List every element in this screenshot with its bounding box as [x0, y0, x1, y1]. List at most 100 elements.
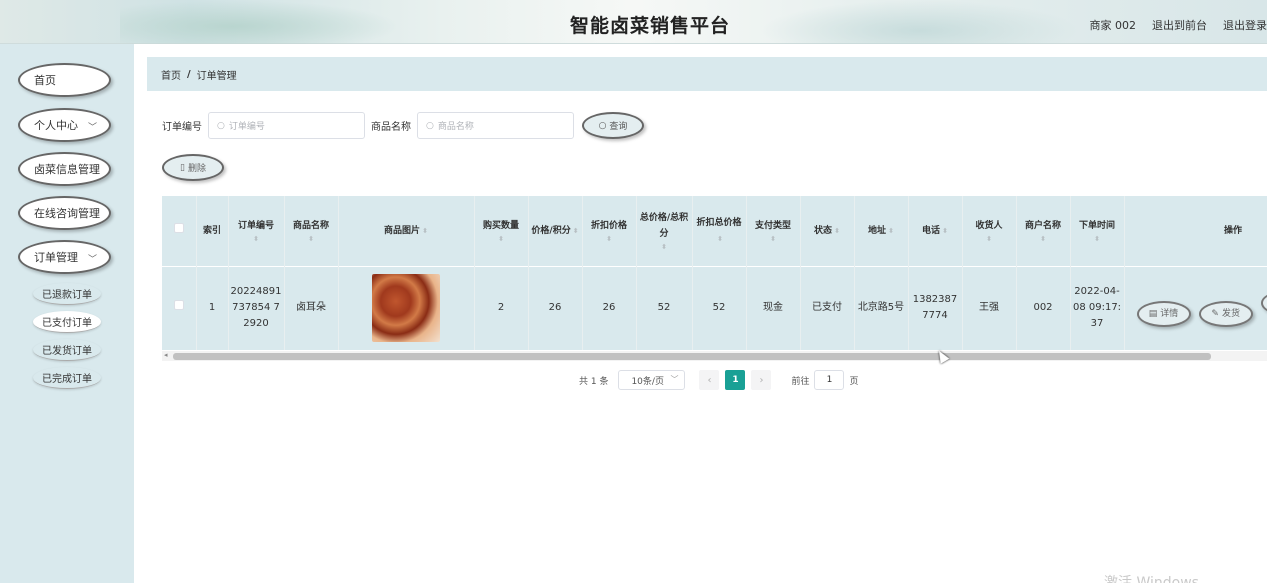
orders-table: 索引 订单编号 ⬍ 商品名称 ⬍ 商品图片 ⬍ 购买数量 ⬍ 价格/积分 ⬍ 折扣价格 ⬍ … — [162, 196, 1267, 363]
product-name-placeholder: 商品名称 — [437, 122, 474, 132]
cell-order-no: 20224891737854 72920 — [228, 265, 285, 350]
sort-icon: ⬍ — [986, 234, 992, 243]
sort-icon: ⬍ — [888, 226, 894, 235]
sidebar-item-home[interactable]: 首页 — [18, 63, 111, 97]
sort-icon: ⬍ — [942, 226, 948, 235]
col-header-label: 地址 — [868, 225, 887, 236]
cell-address: 北京路5号 — [854, 265, 909, 350]
col-header-receiver[interactable]: 收货人 ⬍ — [962, 196, 1017, 266]
sidebar-item-order-management[interactable]: 订单管理 ﹀ — [18, 240, 111, 274]
sort-icon: ⬍ — [253, 234, 259, 243]
sidebar-subitem-paid-orders[interactable]: 已支付订单 — [33, 311, 101, 333]
scroll-left-icon[interactable]: ◂ — [164, 351, 168, 359]
sort-icon: ⬍ — [1040, 234, 1046, 243]
col-header-phone[interactable]: 电话 ⬍ — [908, 196, 963, 266]
col-header-label: 下单时间 — [1078, 220, 1115, 231]
col-header-label: 价格/积分 — [531, 225, 571, 236]
col-header-status[interactable]: 状态 ⬍ — [800, 196, 855, 266]
col-header-order-no[interactable]: 订单编号 ⬍ — [228, 196, 285, 266]
back-to-front-link[interactable]: 退出到前台 — [1152, 17, 1207, 33]
header-actions: 商家 002 退出到前台 退出登录 — [1090, 17, 1267, 33]
sidebar-subitem-shipped-orders[interactable]: 已发货订单 — [33, 339, 101, 361]
scrollbar-thumb[interactable] — [173, 353, 1211, 360]
col-header-label: 商品名称 — [292, 220, 329, 231]
detail-button[interactable]: ▤ 详情 — [1136, 300, 1191, 327]
sidebar-item-label: 首页 — [34, 74, 56, 87]
query-button-label: 查询 — [609, 122, 628, 132]
cell-discount-price: 26 — [582, 265, 637, 350]
col-header-label: 商户名称 — [1024, 220, 1061, 231]
table-header-row: 索引 订单编号 ⬍ 商品名称 ⬍ 商品图片 ⬍ 购买数量 ⬍ 价格/积分 ⬍ 折扣价格 ⬍ … — [162, 196, 1267, 266]
prev-page-button[interactable]: ‹ — [699, 370, 720, 390]
col-header-label: 订单编号 — [237, 220, 274, 231]
col-header-label: 支付类型 — [754, 220, 791, 231]
cell-phone: 13823877774 — [908, 265, 963, 350]
order-no-placeholder: 订单编号 — [228, 122, 265, 132]
col-header-discount-total[interactable]: 折扣总价格 ⬍ — [692, 196, 747, 266]
detail-button-label: 详情 — [1160, 308, 1179, 319]
sidebar-subitem-refunded-orders[interactable]: 已退款订单 — [33, 283, 101, 305]
col-header-actions: 操作 — [1124, 196, 1267, 266]
logout-link[interactable]: 退出登录 — [1223, 17, 1267, 33]
col-header-discount-price[interactable]: 折扣价格 ⬍ — [582, 196, 637, 266]
next-page-button[interactable]: › — [751, 370, 772, 390]
cell-status: 已支付 — [800, 265, 855, 350]
horizontal-scrollbar[interactable]: ◂ — [162, 351, 1267, 361]
sidebar-subitem-completed-orders[interactable]: 已完成订单 — [33, 367, 101, 389]
goto-page-input[interactable]: 1 — [814, 370, 845, 390]
col-header-label: 商品图片 — [384, 225, 421, 236]
sidebar-subitem-label: 已退款订单 — [42, 290, 92, 301]
page-number-1[interactable]: 1 — [725, 370, 746, 390]
col-header-address[interactable]: 地址 ⬍ — [854, 196, 909, 266]
col-header-product-name[interactable]: 商品名称 ⬍ — [284, 196, 339, 266]
cell-price: 26 — [528, 265, 583, 350]
delete-button[interactable]: ▯ 删除 — [162, 154, 224, 181]
cell-product-image — [338, 265, 475, 350]
sidebar-item-personal-center[interactable]: 个人中心 ﹀ — [18, 108, 111, 142]
sort-icon: ⬍ — [498, 234, 504, 243]
search-icon: ○ — [426, 120, 434, 131]
order-no-input[interactable]: ○ 订单编号 — [208, 112, 365, 139]
col-header-price[interactable]: 价格/积分 ⬍ — [528, 196, 583, 266]
product-name-input[interactable]: ○ 商品名称 — [417, 112, 574, 139]
cell-pay-type: 现金 — [746, 265, 801, 350]
col-header-label: 电话 — [922, 225, 941, 236]
header: 智能卤菜销售平台 商家 002 退出到前台 退出登录 — [0, 0, 1267, 44]
col-header-order-time[interactable]: 下单时间 ⬍ — [1070, 196, 1125, 266]
more-action-button[interactable] — [1260, 289, 1267, 316]
pagination-total: 共 1 条 — [579, 376, 609, 387]
product-image[interactable] — [372, 274, 440, 343]
sidebar-item-consult-management[interactable]: 在线咨询管理 — [18, 196, 111, 230]
pagination: 共 1 条 10条/页 ﹀ ‹ 1 › 前往 1 页 — [579, 370, 858, 390]
col-header-total[interactable]: 总价格/总积分 ⬍ — [636, 196, 693, 266]
col-header-merchant[interactable]: 商户名称 ⬍ — [1016, 196, 1071, 266]
col-header-label: 总价格/总积分 — [639, 212, 689, 239]
chevron-left-icon: ‹ — [707, 374, 712, 386]
cell-product-name: 卤耳朵 — [284, 265, 339, 350]
breadcrumb-home[interactable]: 首页 — [161, 67, 181, 82]
goto-label: 前往 — [791, 376, 810, 387]
sidebar-item-product-management[interactable]: 卤菜信息管理 — [18, 152, 111, 186]
select-all-checkbox[interactable] — [173, 222, 184, 233]
breadcrumb-current: 订单管理 — [196, 70, 237, 82]
sidebar-subitem-label: 已完成订单 — [42, 374, 92, 385]
col-header-index: 索引 — [196, 196, 229, 266]
windows-activation-watermark: 激活 Windows — [1104, 575, 1199, 583]
ship-button[interactable]: ✎ 发货 — [1198, 300, 1253, 327]
sidebar-item-label: 在线咨询管理 — [34, 207, 100, 220]
row-checkbox-cell — [162, 265, 197, 350]
breadcrumb-separator: / — [187, 68, 191, 80]
query-button[interactable]: ○ 查询 — [582, 112, 644, 139]
col-header-pay-type[interactable]: 支付类型 ⬍ — [746, 196, 801, 266]
col-header-quantity[interactable]: 购买数量 ⬍ — [474, 196, 529, 266]
page-size-select[interactable]: 10条/页 ﹀ — [618, 370, 686, 390]
sort-icon: ⬍ — [770, 234, 776, 243]
col-header-product-image[interactable]: 商品图片 ⬍ — [338, 196, 475, 266]
row-checkbox[interactable] — [173, 300, 184, 311]
sidebar-item-label: 卤菜信息管理 — [34, 163, 100, 176]
order-no-label: 订单编号 — [162, 122, 202, 133]
sort-icon: ⬍ — [606, 234, 612, 243]
site-title: 智能卤菜销售平台 — [569, 15, 730, 37]
search-icon: ○ — [598, 120, 607, 131]
cell-total: 52 — [636, 265, 693, 350]
